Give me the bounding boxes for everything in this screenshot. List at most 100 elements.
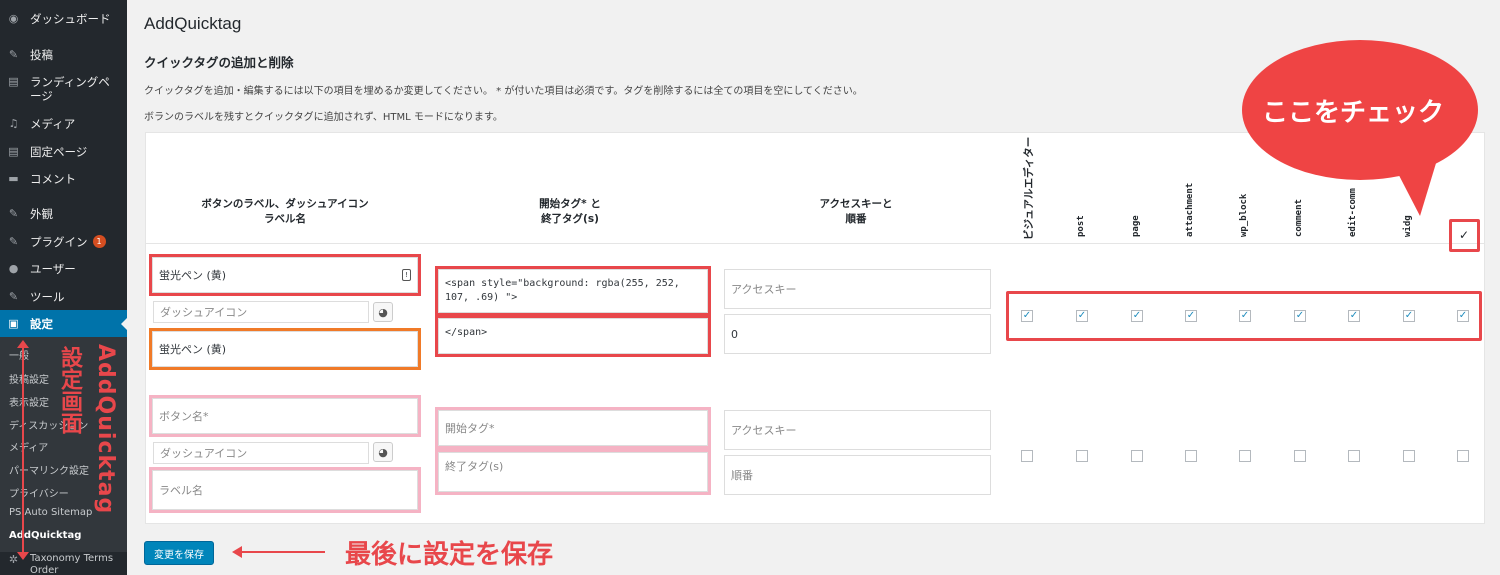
checkbox-edit-comment[interactable]: ✓ xyxy=(1348,310,1360,322)
label-name-input[interactable]: 蛍光ペン (黄) xyxy=(149,328,421,370)
input-placeholder: アクセスキー xyxy=(731,424,797,437)
checkbox-all[interactable]: ✓ xyxy=(1457,310,1469,322)
access-key-input[interactable]: アクセスキー xyxy=(724,269,991,309)
input-value: </span> xyxy=(445,327,488,338)
annotation-check-here: ここをチェック xyxy=(1262,98,1445,128)
header-text: ボタンのラベル、ダッシュアイコン xyxy=(201,198,369,210)
dashicon-input[interactable]: ダッシュアイコン xyxy=(153,301,369,323)
annotation-addquicktag-vertical: AddQuicktag xyxy=(93,344,118,515)
appearance-icon: ✎ xyxy=(8,206,19,220)
menu-media[interactable]: ♫ メディア xyxy=(0,116,127,132)
menu-label: 外観 xyxy=(30,207,53,221)
menu-landing[interactable]: ▤ ランディングページ xyxy=(0,74,127,104)
input-placeholder: アクセスキー xyxy=(731,283,797,296)
end-tag-textarea[interactable]: </span> xyxy=(435,315,711,357)
new-dashicon-input[interactable]: ダッシュアイコン xyxy=(153,442,369,464)
checkbox-wp-block[interactable]: ✓ xyxy=(1239,310,1251,322)
description-text-2: ボランのラベルを残すとクイックタグに追加されず、HTML モードになります。 xyxy=(144,112,503,123)
checkbox-visual-empty[interactable] xyxy=(1021,450,1033,462)
submenu-privacy[interactable]: プライバシー xyxy=(9,485,69,500)
input-value: 蛍光ペン (黄) xyxy=(159,343,227,356)
submenu-media[interactable]: メディア xyxy=(9,439,48,454)
header-text: アクセスキーと xyxy=(819,198,893,210)
checkbox-post-empty[interactable] xyxy=(1076,450,1088,462)
checkbox-wp-block-empty[interactable] xyxy=(1239,450,1251,462)
update-badge: 1 xyxy=(92,235,106,248)
menu-plugins[interactable]: ✎ プラグイン 1 xyxy=(0,235,127,249)
highlight-check-all xyxy=(1449,219,1480,252)
submenu-permalink[interactable]: パーマリンク設定 xyxy=(9,462,89,477)
header-widget: widg xyxy=(1403,215,1413,237)
start-tag-textarea[interactable]: <span style="background: rgba(255, 252, … xyxy=(435,266,711,316)
checkbox-all-empty[interactable] xyxy=(1457,450,1469,462)
checkbox-attachment[interactable]: ✓ xyxy=(1185,310,1197,322)
checkbox-comment-empty[interactable] xyxy=(1294,450,1306,462)
save-button[interactable]: 変更を保存 xyxy=(144,541,214,565)
menu-label: プラグイン xyxy=(30,235,88,249)
menu-users[interactable]: ● ユーザー xyxy=(0,261,127,277)
new-access-key-input[interactable]: アクセスキー xyxy=(724,410,991,450)
description-text: クイックタグを追加・編集するには以下の項目を埋めるか変更してください。 * が付… xyxy=(144,86,863,97)
header-text: 終了タグ(s) xyxy=(541,213,599,225)
menu-label: Taxonomy Terms Order xyxy=(30,553,114,575)
menu-pages[interactable]: ▤ 固定ページ xyxy=(0,144,127,160)
menu-label: 設定 xyxy=(30,317,53,331)
header-visual-editor: ビジュアルエディター xyxy=(1023,136,1035,240)
checkbox-visual[interactable]: ✓ xyxy=(1021,310,1033,322)
menu-label: ダッシュボード xyxy=(30,12,111,26)
annotation-arrow-left-head xyxy=(232,546,242,558)
header-text: 開始タグ* と xyxy=(539,198,601,210)
annotation-save-note: 最後に設定を保存 xyxy=(345,540,554,570)
arrow-head-down xyxy=(17,552,29,560)
input-placeholder: 終了タグ(s) xyxy=(445,460,504,473)
comment-icon: ▬ xyxy=(8,171,19,185)
menu-appearance[interactable]: ✎ 外観 xyxy=(0,206,127,222)
info-icon: ! xyxy=(402,269,411,281)
header-post: post xyxy=(1076,215,1086,237)
checkbox-page-empty[interactable] xyxy=(1131,450,1143,462)
annotation-double-arrow xyxy=(22,346,24,556)
header-attachment: attachment xyxy=(1185,182,1195,237)
submenu-general[interactable]: 一般 xyxy=(9,347,29,362)
input-placeholder: 開始タグ* xyxy=(445,422,495,435)
dashicon-picker-icon[interactable]: ◕ xyxy=(373,302,393,322)
checkbox-attachment-empty[interactable] xyxy=(1185,450,1197,462)
media-icon: ♫ xyxy=(8,116,19,130)
menu-settings[interactable]: ▣ 設定 xyxy=(0,310,127,337)
submenu-addquicktag[interactable]: AddQuicktag xyxy=(9,530,81,541)
menu-label: ユーザー xyxy=(30,262,76,276)
new-label-name-input[interactable]: ラベル名 xyxy=(149,467,421,513)
dashboard-icon: ◉ xyxy=(8,11,19,25)
page-icon: ▤ xyxy=(8,144,19,158)
header-access-col: アクセスキーと 順番 xyxy=(756,197,956,227)
checkbox-comment[interactable]: ✓ xyxy=(1294,310,1306,322)
new-button-name-input[interactable]: ボタン名* xyxy=(149,395,421,437)
input-value: 0 xyxy=(731,327,738,341)
user-icon: ● xyxy=(8,261,19,275)
annotation-settings-screen-vertical: 設定画面 xyxy=(57,346,82,434)
order-input[interactable]: 0 xyxy=(724,314,991,354)
menu-comments[interactable]: ▬ コメント xyxy=(0,171,127,187)
menu-tools[interactable]: ✎ ツール xyxy=(0,290,127,305)
new-order-input[interactable]: 順番 xyxy=(724,455,991,495)
checkbox-widget[interactable]: ✓ xyxy=(1403,310,1415,322)
input-placeholder: 順番 xyxy=(731,469,753,482)
input-placeholder: ダッシュアイコン xyxy=(160,447,248,460)
checkbox-edit-comment-empty[interactable] xyxy=(1348,450,1360,462)
menu-label: 固定ページ xyxy=(30,145,88,159)
checkbox-page[interactable]: ✓ xyxy=(1131,310,1143,322)
submenu-writing[interactable]: 投稿設定 xyxy=(9,371,49,386)
menu-dashboard[interactable]: ◉ ダッシュボード xyxy=(0,11,127,27)
page-icon: ▤ xyxy=(8,74,19,88)
section-title: クイックタグの追加と削除 xyxy=(144,55,294,70)
dashicon-picker-icon[interactable]: ◕ xyxy=(373,442,393,462)
new-start-tag-textarea[interactable]: 開始タグ* xyxy=(435,407,711,449)
button-label-input[interactable]: 蛍光ペン (黄)! xyxy=(149,254,421,296)
menu-label: 投稿 xyxy=(30,48,53,62)
input-placeholder: ダッシュアイコン xyxy=(160,306,248,319)
menu-posts[interactable]: ✎ 投稿 xyxy=(0,48,127,63)
checkbox-post[interactable]: ✓ xyxy=(1076,310,1088,322)
submenu-reading[interactable]: 表示設定 xyxy=(9,394,49,409)
new-end-tag-textarea[interactable]: 終了タグ(s) xyxy=(435,449,711,495)
checkbox-widget-empty[interactable] xyxy=(1403,450,1415,462)
